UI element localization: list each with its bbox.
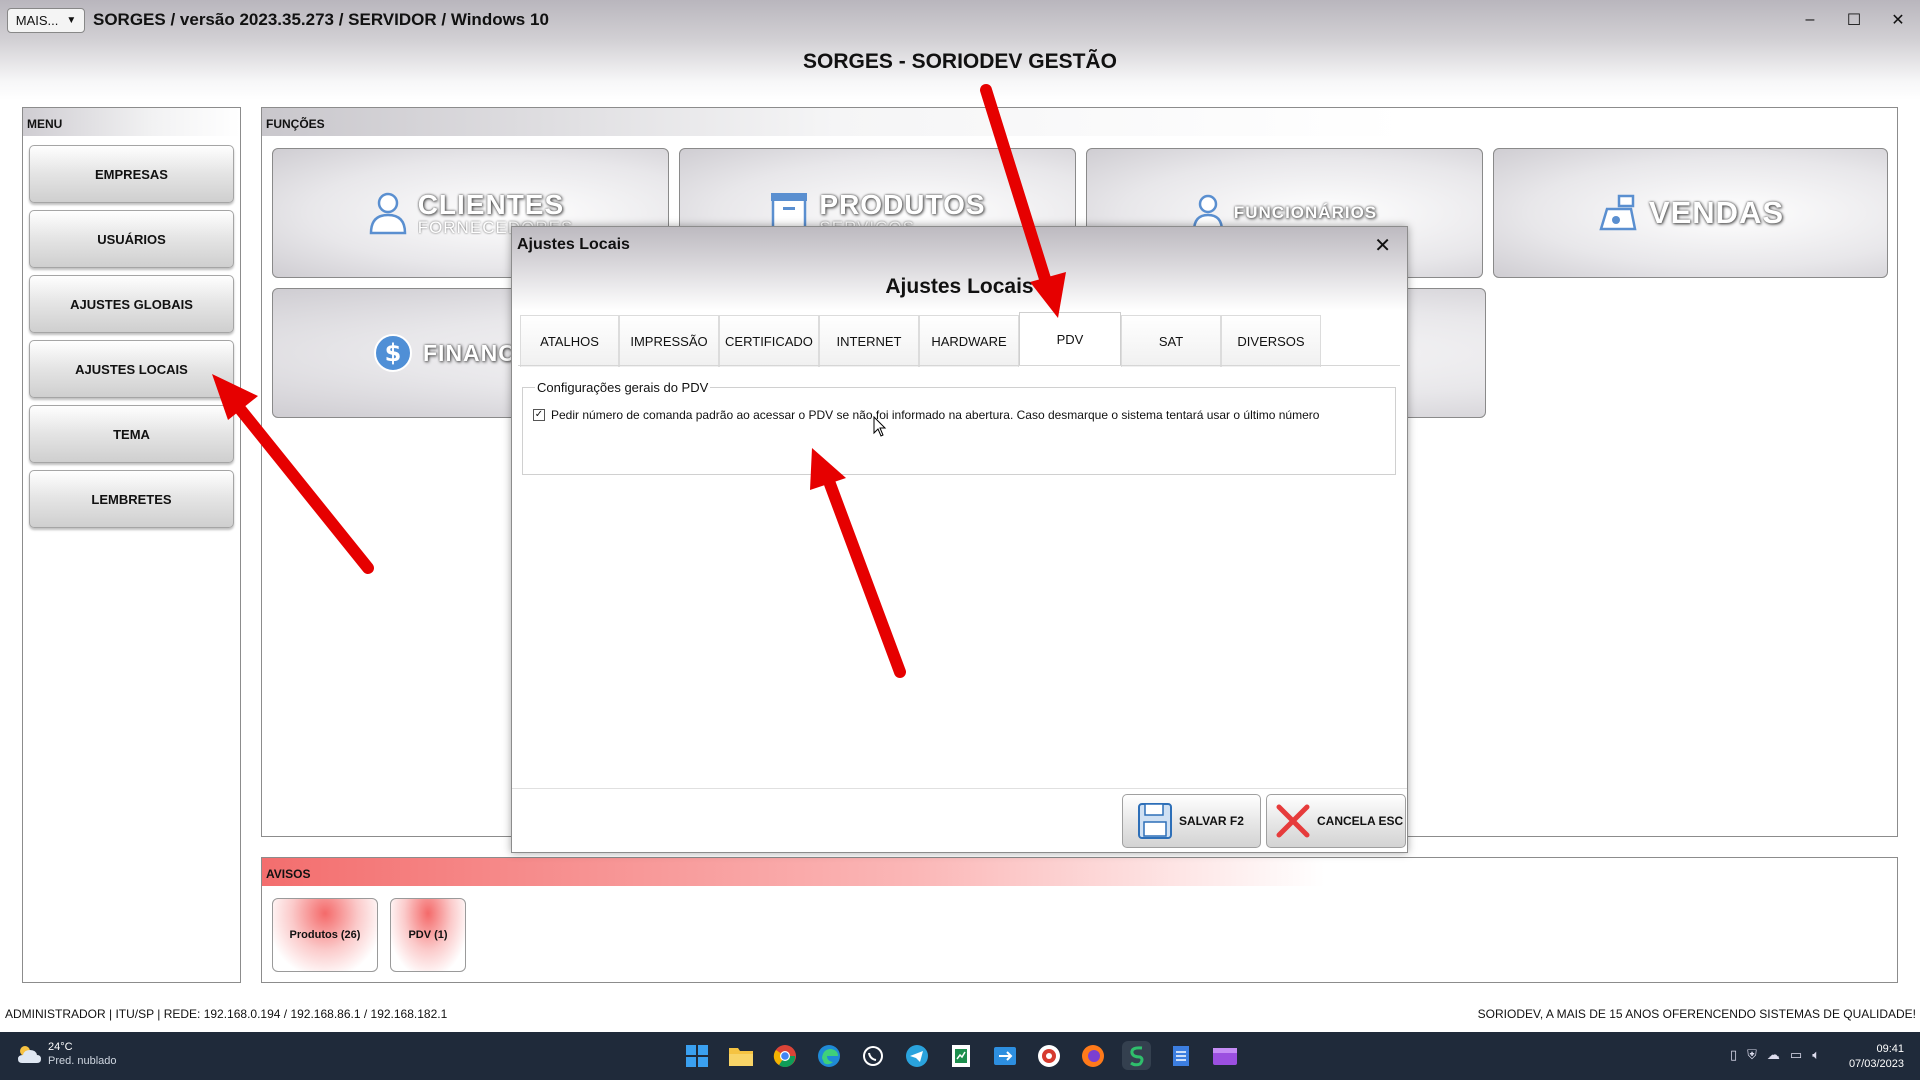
funcoes-heading: FUNÇÕES bbox=[262, 108, 1897, 136]
clock[interactable]: 09:41 07/03/2023 bbox=[1849, 1042, 1904, 1072]
minimize-button[interactable]: – bbox=[1788, 0, 1832, 40]
tab-certificado[interactable]: CERTIFICADO bbox=[719, 315, 819, 367]
tile-produtos-label: PRODUTOS bbox=[819, 189, 986, 220]
tile-clientes-label: CLIENTES bbox=[417, 189, 565, 220]
system-tray: ▯ ⛨ ☁ ▭ 🔈︎ bbox=[1730, 1047, 1820, 1063]
close-button[interactable]: ✕ bbox=[1876, 0, 1920, 40]
cloud-sun-icon bbox=[18, 1046, 41, 1063]
menu-item-tema[interactable]: TEMA bbox=[29, 405, 234, 463]
network-icon[interactable]: ▭ bbox=[1790, 1047, 1802, 1063]
tile-vendas[interactable]: VENDAS bbox=[1493, 148, 1888, 278]
app-icon[interactable] bbox=[1034, 1041, 1063, 1070]
menu-heading: MENU bbox=[23, 108, 240, 136]
avisos-panel: AVISOS Produtos (26) PDV (1) bbox=[261, 857, 1898, 983]
ajustes-locais-dialog: Ajustes Locais ✕ Ajustes Locais ATALHOS … bbox=[511, 226, 1408, 853]
red-x-icon bbox=[1276, 804, 1310, 838]
dialog-heading: Ajustes Locais bbox=[885, 275, 1034, 298]
dialog-close-button[interactable]: ✕ bbox=[1374, 233, 1391, 258]
security-shield-icon[interactable]: ⛨ bbox=[1747, 1047, 1757, 1063]
dialog-footer: SALVAR F2 CANCELA ESC bbox=[512, 788, 1407, 852]
tab-impressao[interactable]: IMPRESSÃO bbox=[619, 315, 719, 367]
battery-icon[interactable]: ▯ bbox=[1730, 1047, 1737, 1063]
menu-item-ajustes-globais[interactable]: AJUSTES GLOBAIS bbox=[29, 275, 234, 333]
dialog-header: Ajustes Locais bbox=[512, 263, 1407, 311]
chevron-down-icon: ▼ bbox=[66, 14, 77, 26]
status-right: SORIODEV, A MAIS DE 15 ANOS OFERENCENDO … bbox=[1477, 1007, 1916, 1021]
window-title: SORGES / versão 2023.35.273 / SERVIDOR /… bbox=[93, 10, 549, 29]
tab-diversos[interactable]: DIVERSOS bbox=[1221, 315, 1321, 367]
tab-hardware[interactable]: HARDWARE bbox=[919, 315, 1019, 367]
file-explorer-icon[interactable] bbox=[726, 1041, 755, 1070]
whatsapp-icon[interactable] bbox=[858, 1041, 887, 1070]
tab-content-pdv: Configurações gerais do PDV ✓ Pedir núme… bbox=[518, 365, 1400, 777]
weather-temp: 24°C bbox=[48, 1041, 73, 1053]
title-bar: MAIS... ▼ SORGES / versão 2023.35.273 / … bbox=[0, 0, 1920, 40]
clock-time: 09:41 bbox=[1876, 1043, 1904, 1055]
weather-widget[interactable]: 24°C Pred. nublado bbox=[16, 1040, 117, 1068]
comanda-checkbox-row[interactable]: ✓ Pedir número de comanda padrão ao aces… bbox=[533, 408, 1319, 422]
cancel-button[interactable]: CANCELA ESC bbox=[1266, 794, 1406, 848]
remote-app-icon[interactable] bbox=[990, 1041, 1019, 1070]
app-heading: SORGES - SORIODEV GESTÃO bbox=[803, 50, 1117, 73]
tab-atalhos[interactable]: ATALHOS bbox=[520, 315, 619, 367]
menu-item-ajustes-locais[interactable]: AJUSTES LOCAIS bbox=[29, 340, 234, 398]
comanda-checkbox[interactable]: ✓ bbox=[533, 409, 545, 421]
spreadsheet-icon[interactable] bbox=[946, 1041, 975, 1070]
maximize-button[interactable]: ☐ bbox=[1832, 0, 1876, 40]
comanda-checkbox-label: Pedir número de comanda padrão ao acessa… bbox=[551, 408, 1320, 422]
pdv-settings-group: Configurações gerais do PDV ✓ Pedir núme… bbox=[522, 380, 1396, 475]
mouse-cursor-icon bbox=[873, 416, 887, 437]
cancel-button-label: CANCELA ESC bbox=[1317, 814, 1404, 828]
dialog-title-bar: Ajustes Locais ✕ bbox=[512, 227, 1407, 263]
tab-internet[interactable]: INTERNET bbox=[819, 315, 919, 367]
menu-item-empresas[interactable]: EMPRESAS bbox=[29, 145, 234, 203]
tile-financeiro-label: FINANC bbox=[423, 339, 516, 366]
menu-item-lembretes[interactable]: LEMBRETES bbox=[29, 470, 234, 528]
dialog-title: Ajustes Locais bbox=[517, 236, 630, 253]
menu-panel: MENU EMPRESAS USUÁRIOS AJUSTES GLOBAIS A… bbox=[22, 107, 241, 983]
save-button-label: SALVAR F2 bbox=[1179, 814, 1244, 828]
firefox-icon[interactable] bbox=[1078, 1041, 1107, 1070]
edge-icon[interactable] bbox=[814, 1041, 843, 1070]
video-editor-icon[interactable] bbox=[1210, 1041, 1239, 1070]
cash-register-icon bbox=[1599, 194, 1637, 231]
mais-dropdown-button[interactable]: MAIS... ▼ bbox=[7, 7, 85, 33]
windows-start-icon[interactable] bbox=[682, 1041, 711, 1070]
taskbar-apps bbox=[682, 1041, 1239, 1070]
status-left: ADMINISTRADOR | ITU/SP | REDE: 192.168.0… bbox=[5, 1007, 448, 1021]
tile-vendas-label: VENDAS bbox=[1648, 195, 1785, 230]
sorges-icon[interactable] bbox=[1122, 1041, 1151, 1070]
app-header: SORGES - SORIODEV GESTÃO bbox=[0, 40, 1920, 100]
mais-label: MAIS... bbox=[15, 12, 59, 28]
tab-pdv[interactable]: PDV bbox=[1019, 312, 1121, 366]
tab-sat[interactable]: SAT bbox=[1121, 315, 1221, 367]
clock-date: 07/03/2023 bbox=[1848, 1058, 1904, 1070]
person-icon bbox=[369, 192, 406, 235]
telegram-icon[interactable] bbox=[902, 1041, 931, 1070]
notepad-icon[interactable] bbox=[1166, 1041, 1195, 1070]
cloud-icon[interactable]: ☁ bbox=[1767, 1047, 1780, 1063]
menu-item-usuarios[interactable]: USUÁRIOS bbox=[29, 210, 234, 268]
aviso-produtos[interactable]: Produtos (26) bbox=[272, 898, 378, 972]
dialog-tabs: ATALHOS IMPRESSÃO CERTIFICADO INTERNET H… bbox=[520, 312, 1321, 367]
taskbar: 24°C Pred. nublado ▯ ⛨ ☁ ▭ 🔈︎ 09:41 07/0… bbox=[0, 1032, 1920, 1080]
window-controls: – ☐ ✕ bbox=[1788, 0, 1920, 40]
aviso-pdv[interactable]: PDV (1) bbox=[390, 898, 466, 972]
group-title: Configurações gerais do PDV bbox=[535, 380, 711, 395]
save-button[interactable]: SALVAR F2 bbox=[1122, 794, 1261, 848]
floppy-disk-icon bbox=[1138, 803, 1172, 839]
volume-icon[interactable]: 🔈︎ bbox=[1812, 1047, 1820, 1063]
chrome-icon[interactable] bbox=[770, 1041, 799, 1070]
tile-funcionarios-label: FUNCIONÁRIOS bbox=[1233, 203, 1378, 222]
svg-text:$: $ bbox=[385, 339, 402, 367]
avisos-heading: AVISOS bbox=[262, 858, 1897, 886]
dollar-icon: $ bbox=[374, 334, 412, 372]
weather-desc: Pred. nublado bbox=[48, 1055, 117, 1067]
